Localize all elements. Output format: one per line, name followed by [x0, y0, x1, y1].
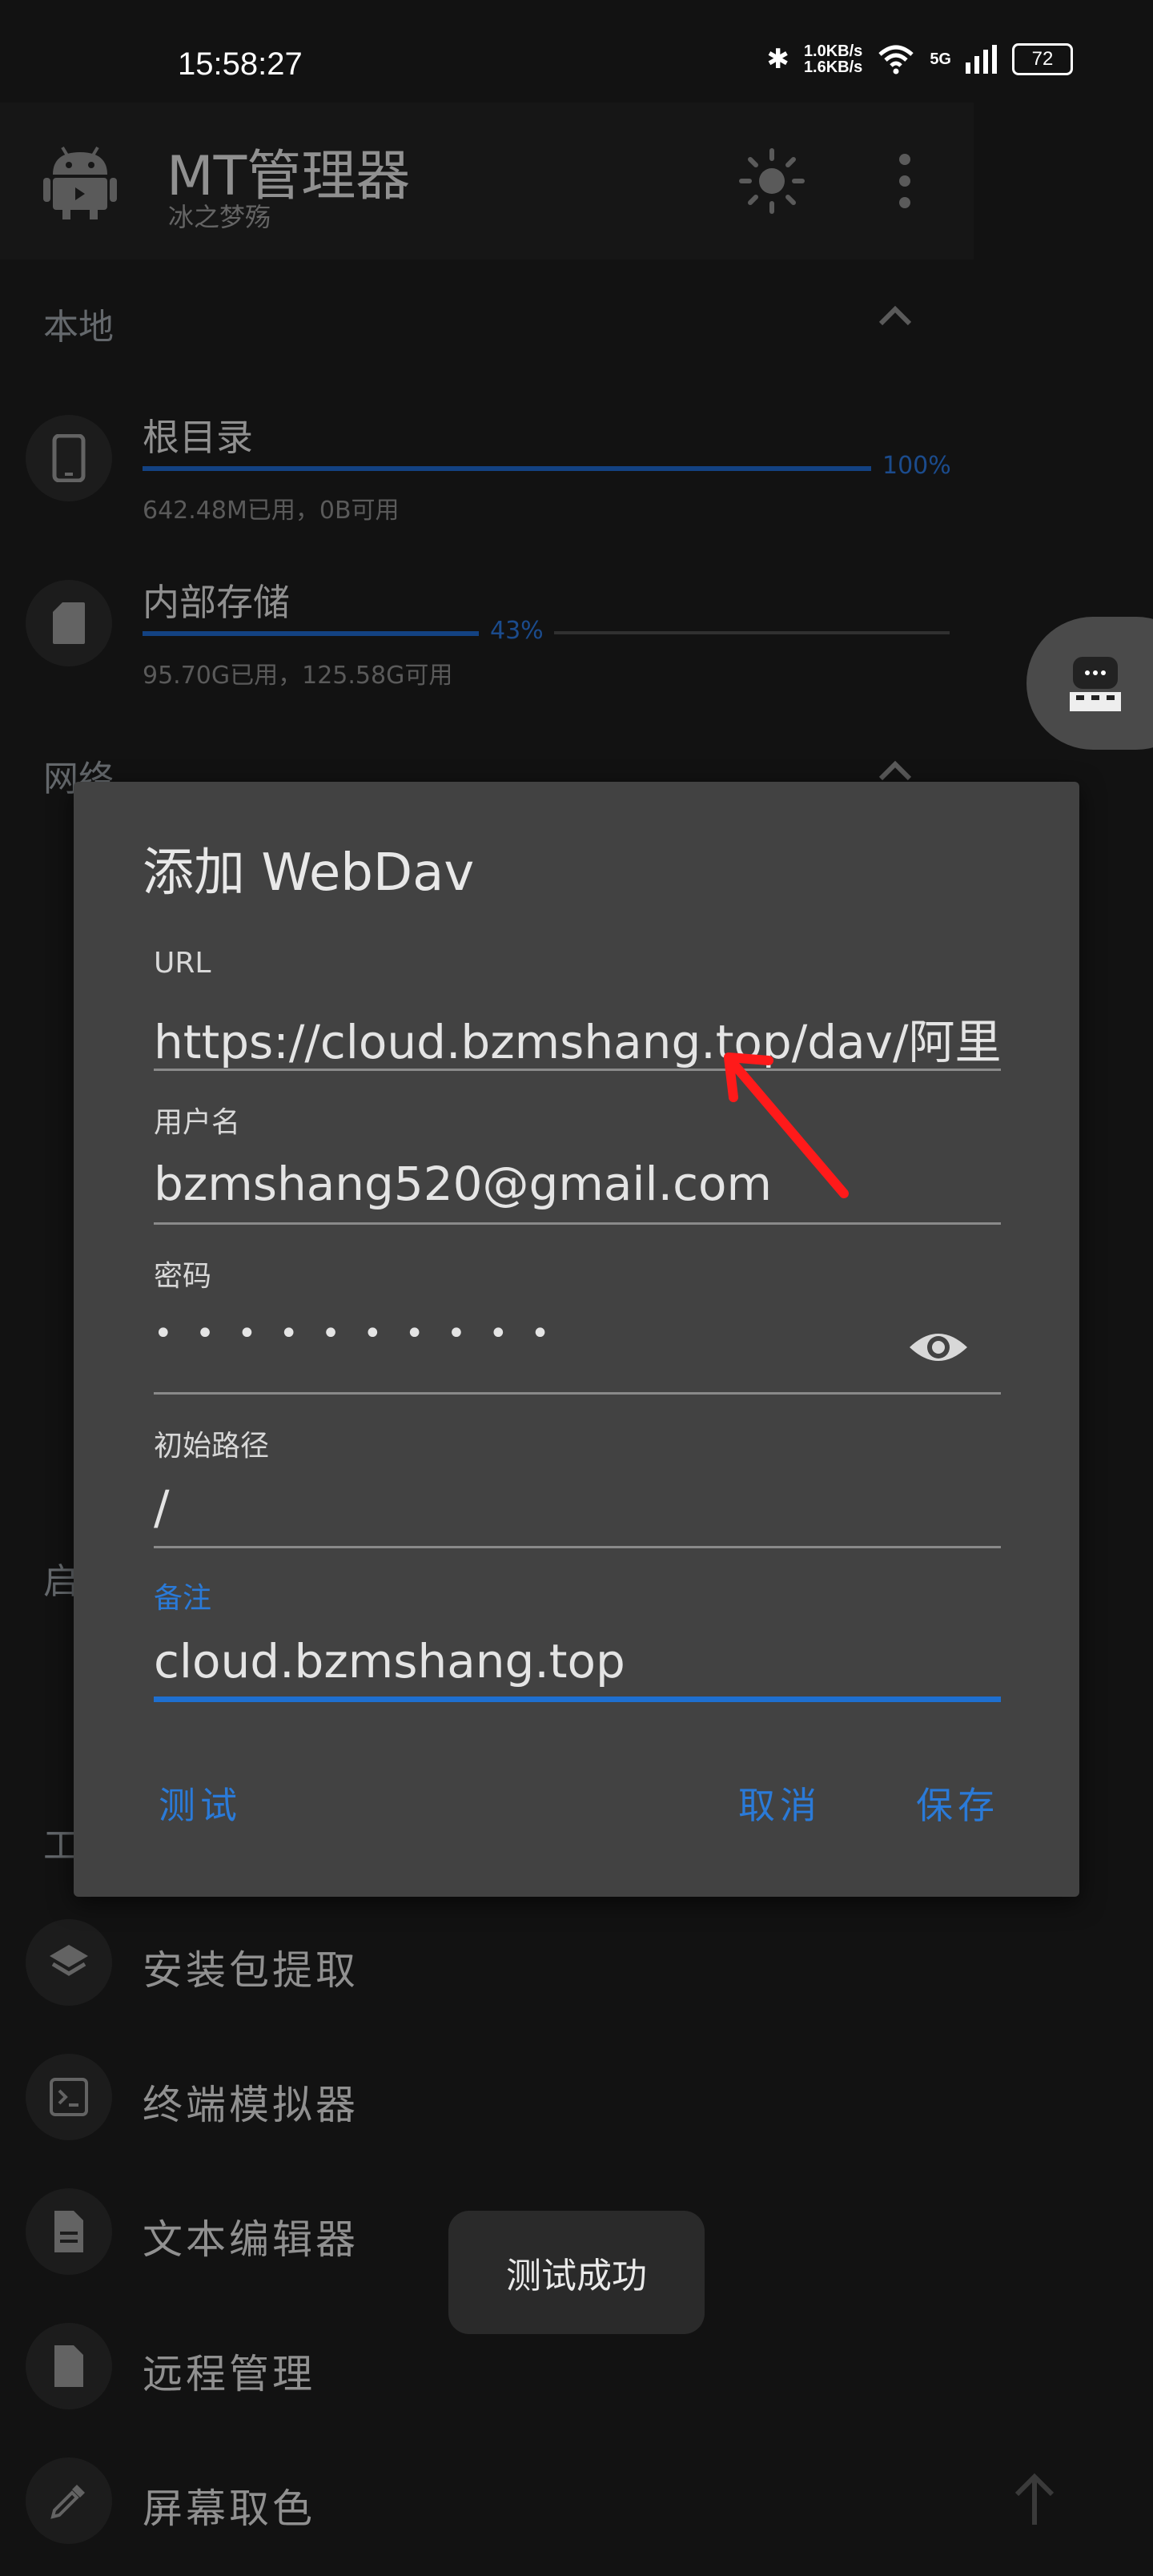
annotation-arrow	[724, 1053, 849, 1198]
username-underline	[154, 1222, 1001, 1225]
robot-icon	[1070, 657, 1121, 711]
note-field[interactable]: cloud.bzmshang.top	[154, 1634, 1001, 1688]
visibility-icon[interactable]	[906, 1315, 970, 1379]
save-button[interactable]: 保存	[916, 1777, 999, 1829]
status-bar: 15:58:27 ✱ 1.0KB/s 1.6KB/s 5G 72	[0, 0, 1153, 103]
username-field[interactable]: bzmshang520@gmail.com	[154, 1157, 1001, 1211]
battery-indicator: 72	[1012, 43, 1073, 75]
net-speed: 1.0KB/s 1.6KB/s	[804, 43, 862, 75]
test-button[interactable]: 测试	[159, 1777, 242, 1829]
password-underline	[154, 1392, 1001, 1395]
initial-path-field[interactable]: /	[154, 1480, 1001, 1535]
add-webdav-dialog: 添加 WebDav URL https://cloud.bzmshang.top…	[74, 782, 1079, 1897]
net-speed-down: 1.6KB/s	[803, 58, 863, 76]
scroll-to-top-icon[interactable]	[1010, 2472, 1059, 2528]
net-speed-up: 1.0KB/s	[803, 42, 863, 60]
url-label: URL	[154, 947, 211, 980]
url-field[interactable]: https://cloud.bzmshang.top/dav/阿里云	[154, 1004, 1001, 1072]
password-label: 密码	[154, 1260, 212, 1293]
toast-message: 测试成功	[448, 2211, 705, 2334]
bluetooth-icon: ✱	[766, 43, 789, 75]
dialog-title: 添加 WebDav	[143, 843, 475, 903]
password-field[interactable]: • • • • • • • • • •	[154, 1315, 874, 1352]
initial-path-label: 初始路径	[154, 1430, 270, 1463]
network-type: 5G	[930, 50, 951, 68]
status-time: 15:58:27	[178, 46, 303, 82]
status-icons: ✱ 1.0KB/s 1.6KB/s 5G 72	[766, 43, 1073, 75]
cancel-button[interactable]: 取消	[738, 1777, 822, 1829]
signal-icon	[966, 45, 997, 74]
note-label: 备注	[154, 1582, 212, 1615]
username-label: 用户名	[154, 1106, 241, 1139]
floating-assistant-bubble[interactable]	[1026, 617, 1153, 750]
wifi-icon	[878, 45, 914, 74]
url-underline	[154, 1069, 1001, 1071]
note-underline	[154, 1697, 1001, 1702]
initial-path-underline	[154, 1546, 1001, 1548]
